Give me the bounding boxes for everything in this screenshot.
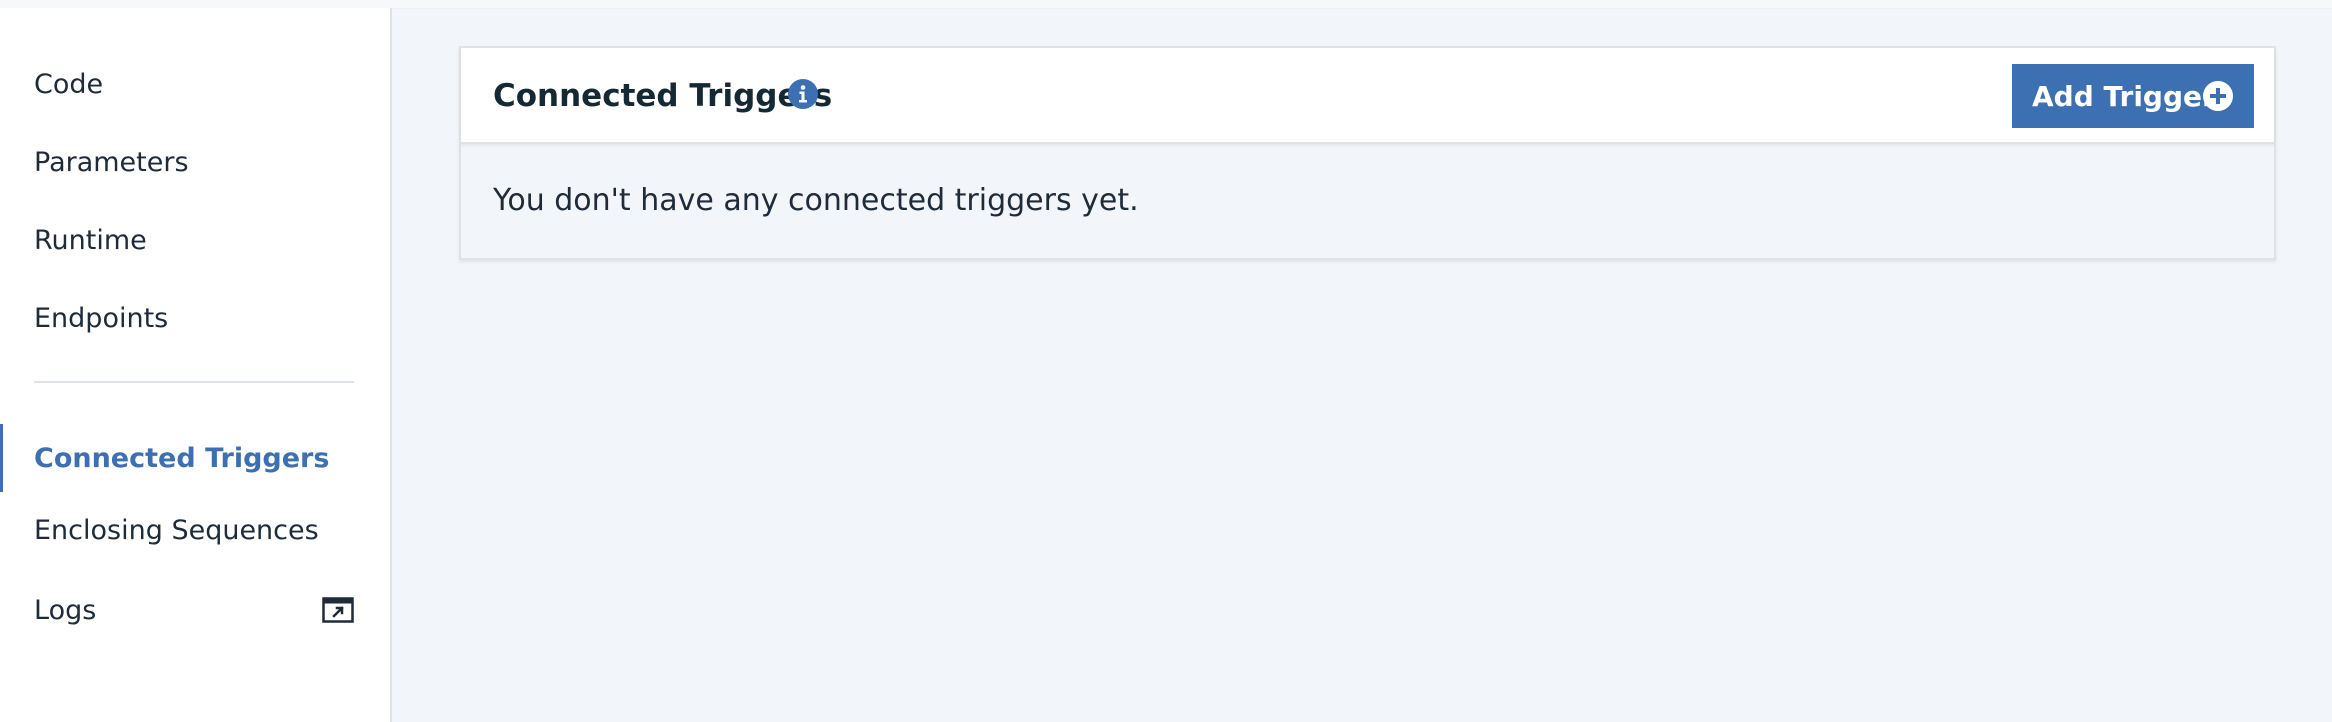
info-icon[interactable] (787, 78, 819, 110)
sidebar-item-label: Parameters (34, 146, 189, 178)
panel-header: Connected Triggers Add Trigger (461, 48, 2274, 144)
sidebar: Code Parameters Runtime Endpoints Connec… (0, 8, 392, 722)
sidebar-item-runtime[interactable]: Runtime (0, 212, 390, 268)
sidebar-item-label: Runtime (34, 224, 147, 256)
empty-state-message: You don't have any connected triggers ye… (493, 182, 1139, 218)
add-trigger-button[interactable]: Add Trigger (2012, 64, 2254, 128)
sidebar-item-label: Logs (34, 594, 97, 626)
sidebar-item-parameters[interactable]: Parameters (0, 134, 390, 190)
sidebar-item-label: Enclosing Sequences (34, 514, 319, 546)
panel-title: Connected Triggers (493, 78, 833, 114)
sidebar-divider (34, 381, 354, 383)
sidebar-item-endpoints[interactable]: Endpoints (0, 290, 390, 346)
sidebar-item-enclosing-sequences[interactable]: Enclosing Sequences (0, 502, 390, 558)
connected-triggers-panel: Connected Triggers Add Trigger You don't… (459, 46, 2276, 260)
plus-circle-icon (2203, 81, 2233, 111)
sidebar-item-connected-triggers[interactable]: Connected Triggers (0, 424, 390, 492)
sidebar-item-logs[interactable]: Logs (0, 582, 390, 638)
sidebar-item-label: Connected Triggers (34, 442, 330, 474)
sidebar-item-label: Endpoints (34, 302, 169, 334)
add-trigger-label: Add Trigger (2032, 79, 2216, 113)
external-link-icon[interactable] (322, 597, 354, 623)
sidebar-item-code[interactable]: Code (0, 56, 390, 112)
sidebar-item-label: Code (34, 68, 104, 100)
active-indicator (0, 424, 3, 492)
